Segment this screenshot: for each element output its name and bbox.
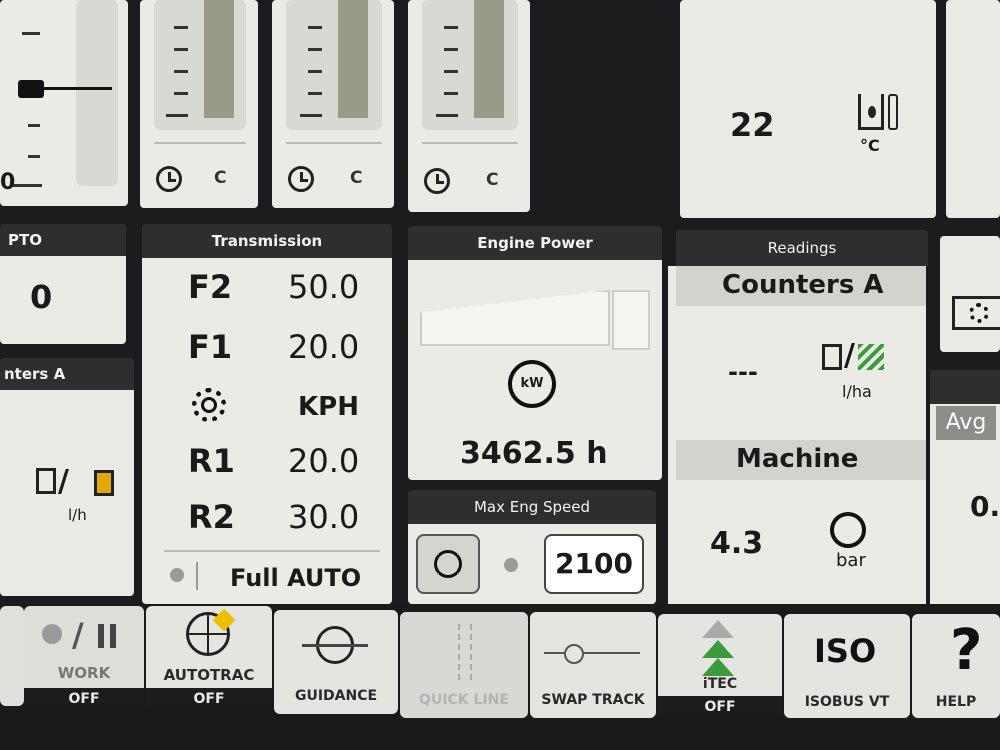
fuel-rate-icon xyxy=(36,468,56,494)
quick-line-icon xyxy=(458,624,472,680)
hourglass-icon xyxy=(94,470,114,496)
gauge-fill-1 xyxy=(204,0,234,118)
gauge-pointer-icon xyxy=(18,80,44,98)
left-gauge-panel: 0 xyxy=(0,0,128,206)
max-eng-speed-value[interactable]: 2100 xyxy=(544,534,644,594)
temperature-value: 22 xyxy=(730,106,775,144)
speed-f1: 20.0 xyxy=(288,328,360,366)
gear-icon xyxy=(969,303,989,323)
coolant-temperature-icon xyxy=(858,94,884,130)
area-icon xyxy=(858,344,884,370)
counters-unit: l/ha xyxy=(842,382,872,401)
clock-icon xyxy=(156,166,182,192)
gauge-fill-2 xyxy=(338,0,368,118)
transmission-panel: F2 50.0 F1 20.0 KPH R1 20.0 R2 30.0 Full… xyxy=(142,258,392,604)
left-edge-button[interactable] xyxy=(0,606,24,706)
gear-settings-icon xyxy=(192,388,226,422)
engine-power-header: Engine Power xyxy=(408,226,662,260)
quick-line-button[interactable]: QUICK LINE xyxy=(400,612,528,718)
gear-r2: R2 xyxy=(188,498,235,536)
swap-track-icon xyxy=(544,652,640,654)
speed-r1: 20.0 xyxy=(288,442,360,480)
help-icon: ? xyxy=(950,618,983,683)
autotrac-button[interactable]: AUTOTRAC OFF xyxy=(146,606,272,710)
speed-led xyxy=(504,558,518,572)
transmission-header: Transmission xyxy=(142,224,392,258)
temperature-unit: °C xyxy=(860,136,880,155)
gauge-unit: C xyxy=(350,168,363,188)
gauge-panel-2: C xyxy=(272,0,394,208)
gear-r1: R1 xyxy=(188,442,235,480)
speed-unit: KPH xyxy=(298,392,359,422)
counters-left-panel: / l/h xyxy=(0,390,134,596)
speed-f2: 50.0 xyxy=(288,268,360,306)
isobus-button[interactable]: ISO ISOBUS VT xyxy=(784,614,910,718)
gear-f2: F2 xyxy=(188,268,233,306)
isobus-label: ISOBUS VT xyxy=(804,694,890,710)
readings-panel: Counters A --- / l/ha Machine 4.3 bar xyxy=(668,266,926,608)
machine-value: 4.3 xyxy=(710,526,764,561)
pto-value: 0 xyxy=(30,278,53,316)
itec-icon xyxy=(702,620,734,638)
fuel-rate-unit: l/h xyxy=(68,506,87,524)
engine-power-panel: kW 3462.5 h xyxy=(408,260,662,480)
engine-speed-icon xyxy=(434,550,462,578)
pto-panel: 0 xyxy=(0,256,126,344)
right-edge-panel-mid xyxy=(940,236,1000,352)
gauge-unit: C xyxy=(214,168,227,188)
gauge-fill-3 xyxy=(474,0,504,118)
itec-button[interactable]: iTEC OFF xyxy=(658,614,782,718)
work-button[interactable]: / WORK OFF xyxy=(24,606,144,710)
avg-value: 0. xyxy=(970,490,1000,523)
quick-line-label: QUICK LINE xyxy=(419,692,509,708)
help-button[interactable]: ? HELP xyxy=(912,614,1000,718)
gear-f1: F1 xyxy=(188,328,233,366)
machine-unit: bar xyxy=(836,550,866,571)
swap-track-label: SWAP TRACK xyxy=(541,692,645,708)
engine-power-bar xyxy=(420,290,610,346)
speed-r2: 30.0 xyxy=(288,498,360,536)
swap-track-button[interactable]: SWAP TRACK xyxy=(530,612,656,718)
autotrac-label: AUTOTRAC xyxy=(163,666,255,684)
work-led-icon xyxy=(42,624,62,644)
fuel-icon xyxy=(822,344,842,370)
itec-label: iTEC xyxy=(702,676,738,692)
work-status: OFF xyxy=(24,688,144,710)
gauge-panel-3: C xyxy=(408,0,530,212)
right-edge-panel-top xyxy=(946,0,1000,218)
max-eng-speed-panel: 2100 xyxy=(408,524,656,604)
counters-value: --- xyxy=(728,358,758,386)
gauge-unit: C xyxy=(486,170,499,190)
counters-title: Counters A xyxy=(722,270,884,300)
pause-icon xyxy=(98,624,104,648)
work-label: WORK xyxy=(57,664,111,682)
guidance-label: GUIDANCE xyxy=(294,688,378,704)
oil-pressure-icon xyxy=(830,512,866,548)
engine-kw-icon: kW xyxy=(508,360,556,408)
temperature-panel: 22 °C xyxy=(680,0,936,218)
machine-title: Machine xyxy=(736,444,859,474)
clock-icon xyxy=(424,168,450,194)
right-edge-panel-bottom: Avg 0. xyxy=(930,370,1000,610)
pto-header: PTO xyxy=(0,224,126,256)
engine-hours: 3462.5 h xyxy=(460,436,608,471)
settings-button[interactable] xyxy=(952,296,1000,330)
counters-left-header: nters A xyxy=(0,358,134,390)
transmission-mode: Full AUTO xyxy=(230,564,362,592)
guidance-button[interactable]: GUIDANCE xyxy=(274,610,398,714)
gauge-panel-1: C xyxy=(140,0,258,208)
help-label: HELP xyxy=(935,694,977,710)
clock-icon xyxy=(288,166,314,192)
avg-label: Avg xyxy=(936,406,996,440)
readings-header: Readings xyxy=(676,230,928,266)
max-eng-speed-header: Max Eng Speed xyxy=(408,490,656,524)
isobus-logo-icon: ISO xyxy=(814,632,877,670)
itec-status: OFF xyxy=(658,696,782,718)
engine-speed-button[interactable] xyxy=(416,534,480,594)
autotrac-status: OFF xyxy=(146,688,272,710)
auto-mode-led xyxy=(170,568,184,582)
gauge-bar xyxy=(76,0,118,186)
